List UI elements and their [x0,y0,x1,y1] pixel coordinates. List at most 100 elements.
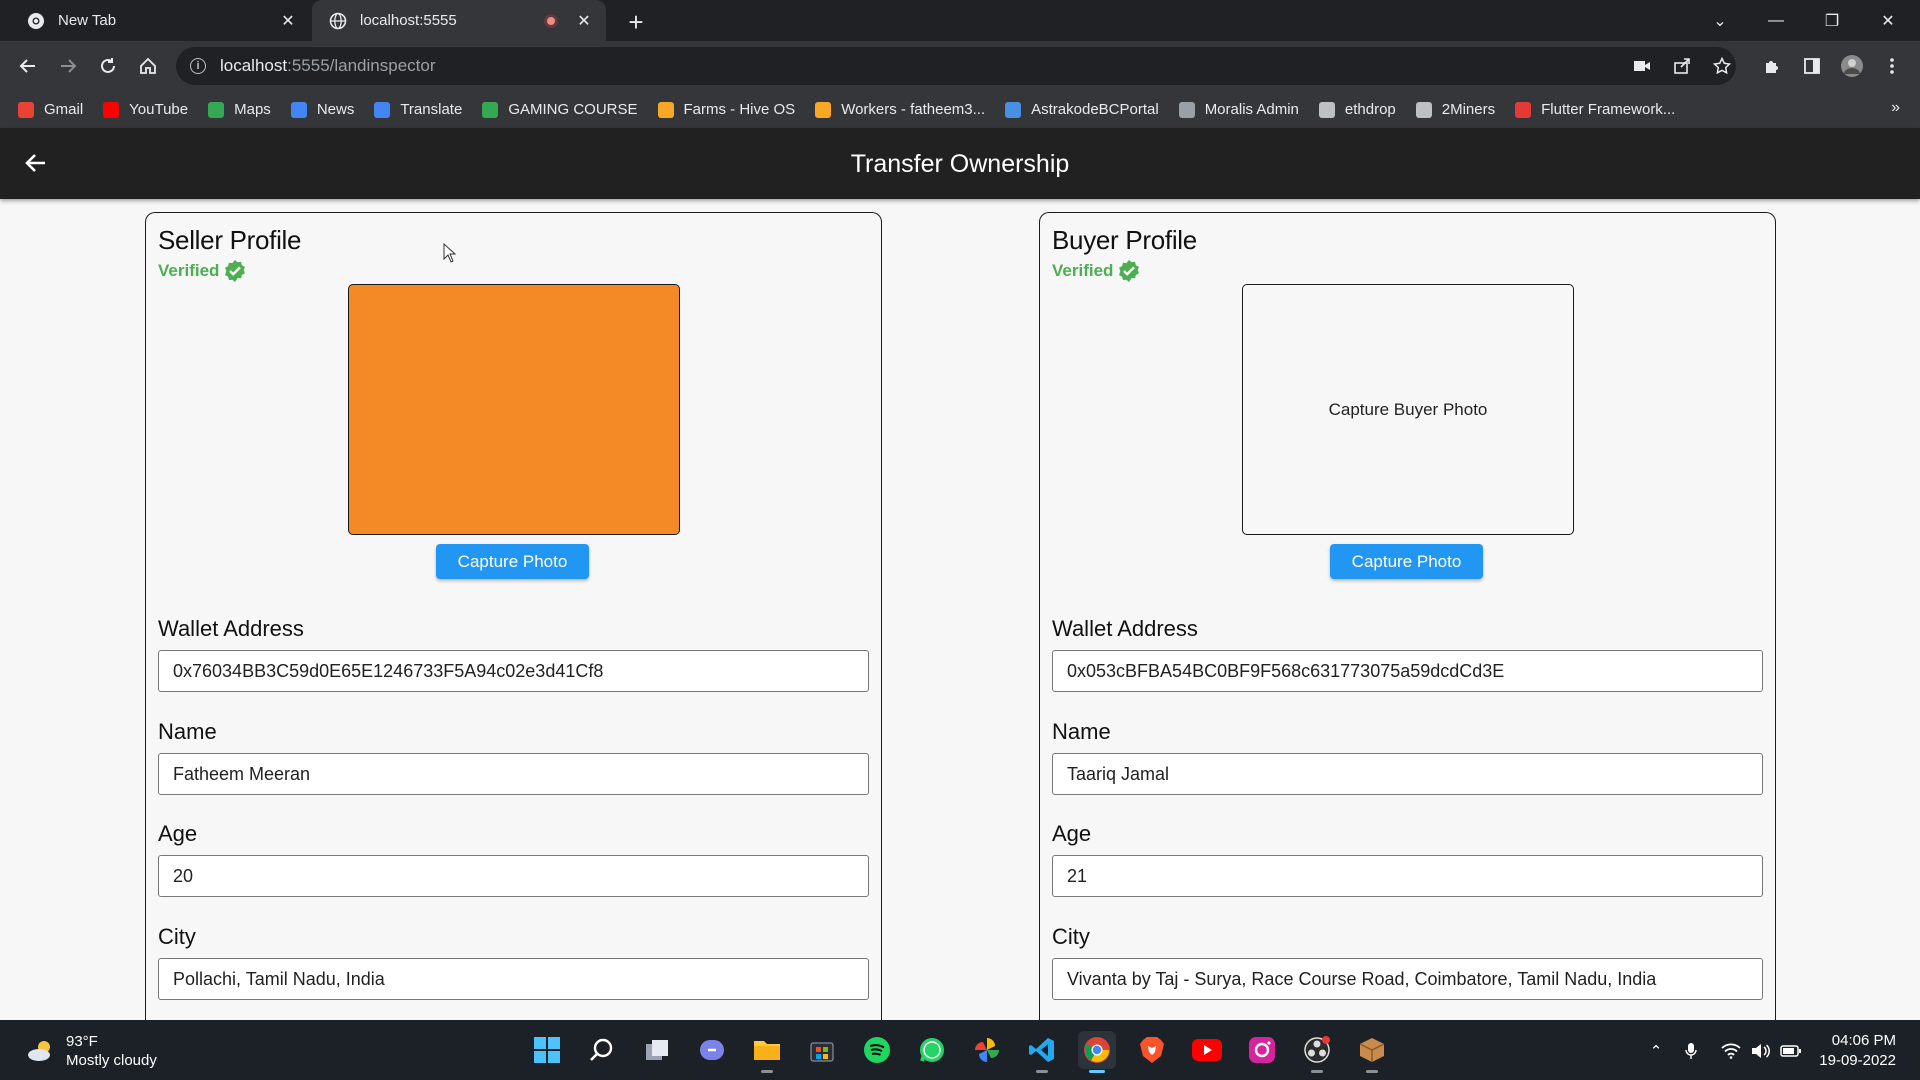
buyer-name-field[interactable]: Taariq Jamal [1052,753,1763,795]
2miners-icon [1415,101,1432,118]
bookmark-item[interactable]: YouTube [103,101,188,118]
youtube-icon [103,101,120,118]
teams-chat-icon[interactable] [693,1031,731,1069]
battery-icon[interactable] [1780,1040,1802,1062]
tab-localhost[interactable]: localhost:5555 ✕ [312,0,606,41]
weather-temperature: 93°F [66,1033,98,1050]
buyer-profile-title: Buyer Profile [1052,225,1197,255]
news-icon [290,101,307,118]
weather-widget[interactable]: 93°F Mostly cloudy [26,1032,157,1070]
show-hidden-icons-icon[interactable]: ⌃ [1645,1040,1667,1062]
bookmark-item[interactable]: Farms - Hive OS [657,101,795,118]
hive-icon [657,101,674,118]
share-icon[interactable] [1666,50,1698,82]
seller-name-label: Name [158,719,217,744]
verified-label: Verified [1052,261,1114,280]
moralis-icon [1178,101,1195,118]
system-clock[interactable]: 04:06 PM 19-09-2022 [1819,1031,1896,1071]
seller-photo [348,284,680,535]
extensions-icon[interactable] [1756,50,1788,82]
bookmark-item[interactable]: Maps [208,101,271,118]
bookmark-label: ethdrop [1344,101,1396,118]
new-tab-button[interactable]: + [622,7,650,37]
photos-icon[interactable] [968,1031,1006,1069]
package-app-icon[interactable] [1353,1031,1391,1073]
bookmark-star-icon[interactable] [1706,50,1738,82]
buyer-capture-photo-button[interactable]: Capture Photo [1330,544,1483,579]
bookmark-item[interactable]: Gmail [18,101,83,118]
verified-check-icon [225,260,246,282]
bookmark-label: GAMING COURSE [508,101,638,118]
volume-icon[interactable] [1750,1040,1772,1062]
bookmark-item[interactable]: Workers - fatheem3... [815,101,985,118]
bookmark-label: Flutter Framework... [1541,101,1676,118]
page-title: Transfer Ownership [850,150,1070,178]
taskbar-search-icon[interactable] [583,1031,621,1069]
cloudy-weather-icon [28,1041,50,1061]
globe-icon [328,11,348,31]
bookmark-label: AstrakodeBCPortal [1031,101,1159,118]
more-bookmarks-icon[interactable]: » [1891,99,1900,117]
address-bar[interactable]: i localhost:5555/landinspector [176,47,1736,85]
seller-city-field[interactable]: Pollachi, Tamil Nadu, India [158,958,869,1000]
seller-verified-badge: Verified [158,259,247,283]
vscode-icon[interactable] [1023,1031,1061,1073]
bookmark-label: 2Miners [1441,101,1496,118]
browser-tab-strip: New Tab ✕ localhost:5555 ✕ + ⌄ — ❐ ✕ [0,0,1920,41]
side-panel-icon[interactable] [1796,50,1828,82]
bookmark-item[interactable]: Translate [374,101,462,118]
youtube-taskbar-icon[interactable] [1188,1031,1226,1069]
bookmark-item[interactable]: AstrakodeBCPortal [1005,101,1159,118]
clock-time: 04:06 PM [1831,1032,1896,1049]
bookmark-item[interactable]: News [290,101,354,118]
bookmark-item[interactable]: Moralis Admin [1178,101,1299,118]
bars-icon [482,101,499,118]
ethereum-icon [1318,101,1335,118]
seller-city-label: City [158,924,196,949]
bookmark-item[interactable]: 2Miners [1415,101,1496,118]
buyer-city-field[interactable]: Vivanta by Taj - Surya, Race Course Road… [1052,958,1763,1000]
seller-age-label: Age [158,821,198,846]
chrome-taskbar-icon[interactable] [1078,1031,1116,1073]
windows-start-icon[interactable] [528,1031,566,1069]
minimize-button[interactable]: — [1748,0,1804,41]
seller-name-field[interactable]: Fatheem Meeran [158,753,869,795]
brave-icon[interactable] [1133,1031,1171,1069]
tab-title: New Tab [58,12,117,29]
microphone-icon[interactable] [1680,1040,1702,1062]
close-window-button[interactable]: ✕ [1860,0,1916,41]
profile-avatar-icon[interactable] [1836,50,1868,82]
buyer-age-field[interactable]: 21 [1052,855,1763,897]
site-info-icon[interactable]: i [190,58,206,74]
buyer-profile-card: Buyer Profile Verified Capture Buyer Pho… [1039,212,1776,1042]
close-tab-icon[interactable]: ✕ [276,9,300,33]
whatsapp-icon[interactable] [913,1031,951,1069]
bookmark-item[interactable]: GAMING COURSE [482,101,638,118]
spotify-icon[interactable] [858,1031,896,1069]
bookmark-item[interactable]: ethdrop [1318,101,1396,118]
back-icon[interactable] [12,50,44,82]
obs-studio-icon[interactable] [1298,1031,1336,1073]
instagram-icon[interactable] [1243,1031,1281,1069]
file-explorer-icon[interactable] [748,1031,786,1073]
wifi-icon[interactable] [1720,1040,1742,1062]
task-view-icon[interactable] [638,1031,676,1069]
mouse-cursor-icon [443,243,457,263]
seller-wallet-field[interactable]: 0x76034BB3C59d0E65E1246733F5A94c02e3d41C… [158,650,869,692]
flutter-icon [1515,101,1532,118]
tab-new-tab[interactable]: New Tab ✕ [10,0,310,41]
seller-age-field[interactable]: 20 [158,855,869,897]
tab-search-icon[interactable]: ⌄ [1692,0,1748,41]
microsoft-store-icon[interactable] [803,1031,841,1069]
home-icon[interactable] [132,50,164,82]
close-tab-icon[interactable]: ✕ [572,9,596,33]
chrome-menu-icon[interactable] [1876,50,1908,82]
forward-icon[interactable] [52,50,84,82]
camera-icon[interactable] [1626,50,1658,82]
seller-capture-photo-button[interactable]: Capture Photo [436,544,589,579]
seller-wallet-label: Wallet Address [158,616,304,641]
restore-button[interactable]: ❐ [1804,0,1860,41]
bookmark-item[interactable]: Flutter Framework... [1515,101,1675,118]
reload-icon[interactable] [92,50,124,82]
buyer-wallet-field[interactable]: 0x053cBFBA54BC0BF9F568c631773075a59dcdCd… [1052,650,1763,692]
